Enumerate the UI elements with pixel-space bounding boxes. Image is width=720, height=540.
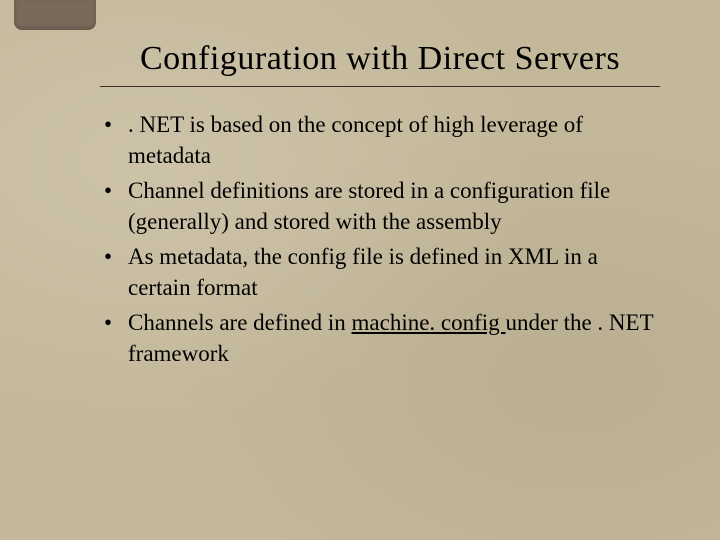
bullet-list: . NET is based on the concept of high le…	[100, 109, 660, 369]
slide-title: Configuration with Direct Servers	[100, 40, 660, 78]
bullet-text-underlined: machine. config	[352, 310, 506, 335]
list-item: Channels are defined in machine. config …	[100, 307, 660, 369]
list-item: . NET is based on the concept of high le…	[100, 109, 660, 171]
list-item: Channel definitions are stored in a conf…	[100, 175, 660, 237]
title-divider	[100, 86, 660, 87]
corner-tab	[14, 0, 96, 30]
bullet-text-prefix: Channels are defined in	[128, 310, 352, 335]
list-item: As metadata, the config file is defined …	[100, 241, 660, 303]
slide-content: Configuration with Direct Servers . NET …	[100, 40, 660, 373]
